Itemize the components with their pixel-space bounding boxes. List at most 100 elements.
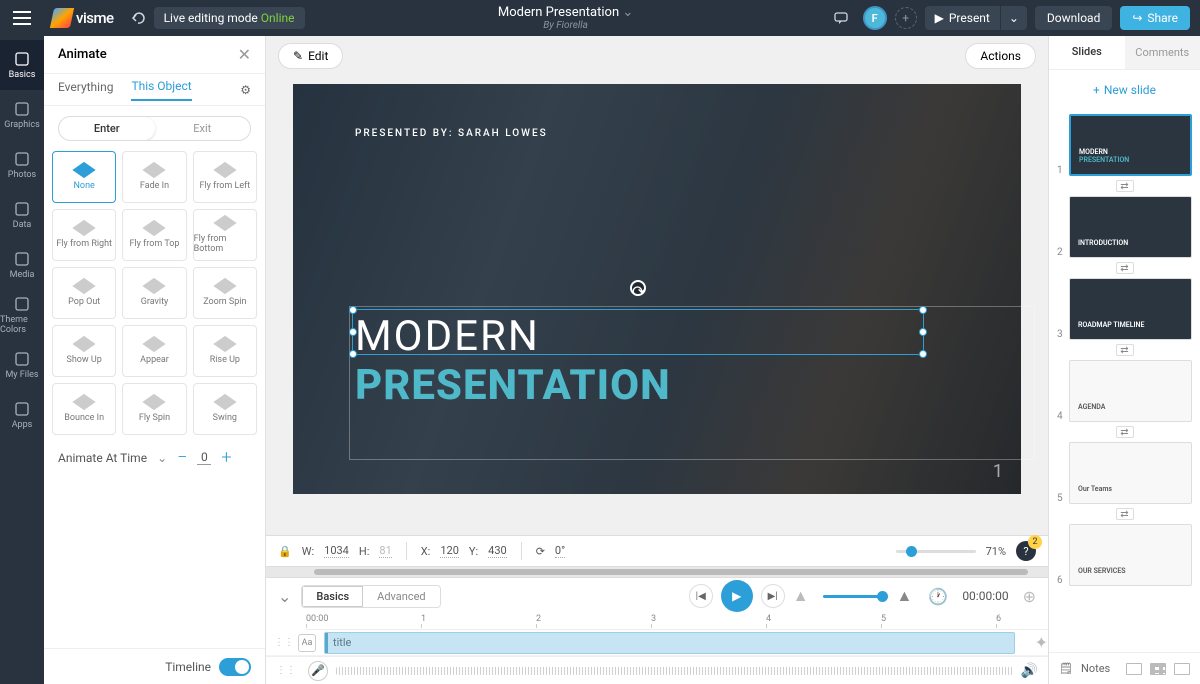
timeline-tab-advanced[interactable]: Advanced — [363, 586, 439, 607]
animate-time-value[interactable]: 0 — [197, 450, 211, 465]
resize-handle[interactable] — [349, 350, 357, 358]
prev-button[interactable]: |◀ — [689, 584, 713, 608]
user-avatar[interactable]: F — [863, 6, 887, 30]
resize-handle[interactable] — [919, 350, 927, 358]
time-increase[interactable]: + — [221, 447, 231, 468]
transition-icon[interactable]: ⇄ — [1116, 508, 1134, 520]
gear-icon[interactable]: ⚙ — [240, 83, 251, 97]
animation-option[interactable]: Gravity — [122, 267, 186, 319]
sidebar-item-my-files[interactable]: My Files — [0, 340, 44, 390]
sidebar-item-apps[interactable]: Apps — [0, 390, 44, 440]
horizontal-scrollbar[interactable] — [266, 567, 1048, 577]
timeline-clip[interactable]: title — [324, 632, 1015, 654]
resize-handle[interactable] — [349, 306, 357, 314]
selection-inner[interactable]: ⟳ — [352, 309, 924, 355]
view-single-icon[interactable] — [1126, 663, 1142, 675]
slide-thumbnail[interactable]: MODERNPRESENTATION — [1069, 114, 1192, 176]
animation-option[interactable]: Fly from Left — [193, 151, 257, 203]
resize-handle[interactable] — [919, 306, 927, 314]
mic-icon[interactable]: 🎤 — [308, 661, 328, 681]
view-list-icon[interactable] — [1174, 663, 1190, 675]
view-grid-icon[interactable] — [1150, 663, 1166, 675]
present-dropdown[interactable]: ⌄ — [1000, 6, 1027, 30]
lock-icon[interactable]: 🔒 — [278, 545, 292, 558]
exit-toggle[interactable]: Exit — [155, 117, 251, 140]
sidebar-item-photos[interactable]: Photos — [0, 140, 44, 190]
slide-thumbnail[interactable]: Our Teams — [1069, 442, 1192, 504]
animation-option[interactable]: Fly Spin — [122, 383, 186, 435]
animation-option[interactable]: Bounce In — [52, 383, 116, 435]
drag-handle-icon[interactable]: ⋮⋮ — [276, 665, 296, 676]
play-button[interactable]: ▶ — [721, 580, 753, 612]
edit-button[interactable]: ✎ Edit — [278, 43, 343, 69]
ruler-tick: 4 — [766, 614, 771, 624]
enter-toggle[interactable]: Enter — [59, 117, 155, 140]
animation-option[interactable]: Fly from Bottom — [193, 209, 257, 261]
tab-slides[interactable]: Slides — [1049, 36, 1125, 69]
animation-option[interactable]: Show Up — [52, 325, 116, 377]
animation-option[interactable]: Swing — [193, 383, 257, 435]
sidebar-item-basics[interactable]: Basics — [0, 40, 44, 90]
present-button[interactable]: ▶ Present — [925, 6, 1000, 30]
add-collaborator-button[interactable]: + — [895, 7, 917, 29]
slide-thumbnail[interactable]: AGENDA — [1069, 360, 1192, 422]
animation-option[interactable]: Pop Out — [52, 267, 116, 319]
slide-thumbnail[interactable]: INTRODUCTION — [1069, 196, 1192, 258]
slide-thumbnail[interactable]: OUR SERVICES — [1069, 524, 1192, 586]
animation-option[interactable]: Appear — [122, 325, 186, 377]
timeline-zoom-slider[interactable] — [823, 595, 883, 598]
transition-icon[interactable]: ⇄ — [1116, 426, 1134, 438]
menu-button[interactable] — [0, 0, 44, 36]
y-value[interactable]: 430 — [488, 544, 507, 558]
chat-icon[interactable] — [827, 4, 855, 32]
animation-option[interactable]: Rise Up — [193, 325, 257, 377]
resize-handle[interactable] — [349, 328, 357, 336]
animation-option[interactable]: Fly from Right — [52, 209, 116, 261]
width-value[interactable]: 1034 — [324, 544, 349, 558]
zoom-in-icon[interactable]: ▲ — [897, 586, 913, 606]
notes-icon[interactable]: 🗒 — [1059, 662, 1073, 675]
collapse-icon[interactable]: ⌄ — [278, 587, 291, 606]
transition-icon[interactable]: ⇄ — [1116, 262, 1134, 274]
new-slide-button[interactable]: + New slide — [1059, 76, 1190, 104]
share-button[interactable]: ↪ Share — [1120, 6, 1190, 30]
download-button[interactable]: Download — [1035, 6, 1112, 30]
animation-option[interactable]: None — [52, 151, 116, 203]
sidebar-item-data[interactable]: Data — [0, 190, 44, 240]
notes-label[interactable]: Notes — [1081, 662, 1110, 675]
rotation-value[interactable]: 0° — [555, 544, 565, 558]
speaker-icon[interactable]: 🔊 — [1021, 663, 1038, 679]
help-button[interactable]: ?2 — [1016, 541, 1036, 561]
sidebar-item-theme-colors[interactable]: Theme Colors — [0, 290, 44, 340]
time-decrease[interactable]: − — [177, 447, 187, 468]
timeline-toggle[interactable] — [219, 658, 251, 676]
tab-this-object[interactable]: This Object — [131, 79, 191, 101]
zoom-out-icon[interactable]: ▲ — [793, 586, 809, 606]
rotate-handle[interactable]: ⟳ — [630, 280, 646, 296]
tab-comments[interactable]: Comments — [1125, 36, 1200, 69]
zoom-slider[interactable] — [896, 550, 976, 553]
x-value[interactable]: 120 — [440, 544, 459, 558]
animation-option[interactable]: Zoom Spin — [193, 267, 257, 319]
undo-button[interactable] — [126, 6, 150, 30]
next-button[interactable]: ▶| — [761, 584, 785, 608]
animate-panel-title: Animate — [58, 47, 107, 62]
add-keyframe-icon[interactable]: ✦ — [1035, 633, 1048, 652]
animation-option[interactable]: Fade In — [122, 151, 186, 203]
animation-option[interactable]: Fly from Top — [122, 209, 186, 261]
drag-handle-icon[interactable]: ⋮⋮ — [274, 637, 294, 648]
sidebar-item-graphics[interactable]: Graphics — [0, 90, 44, 140]
project-title[interactable]: Modern Presentation ⌄ — [498, 5, 633, 20]
transition-icon[interactable]: ⇄ — [1116, 180, 1134, 192]
actions-button[interactable]: Actions — [965, 43, 1036, 69]
tab-everything[interactable]: Everything — [58, 80, 113, 100]
height-value[interactable]: 81 — [379, 544, 391, 558]
slide-thumbnail[interactable]: ROADMAP TIMELINE — [1069, 278, 1192, 340]
transition-icon[interactable]: ⇄ — [1116, 344, 1134, 356]
timeline-tab-basics[interactable]: Basics — [302, 586, 363, 607]
sidebar-item-media[interactable]: Media — [0, 240, 44, 290]
add-track-icon[interactable]: ⊕ — [1023, 587, 1036, 606]
close-icon[interactable]: ✕ — [238, 45, 251, 64]
slide-canvas[interactable]: PRESENTED BY: SARAH LOWES ⟳ — [293, 84, 1021, 494]
resize-handle[interactable] — [919, 328, 927, 336]
